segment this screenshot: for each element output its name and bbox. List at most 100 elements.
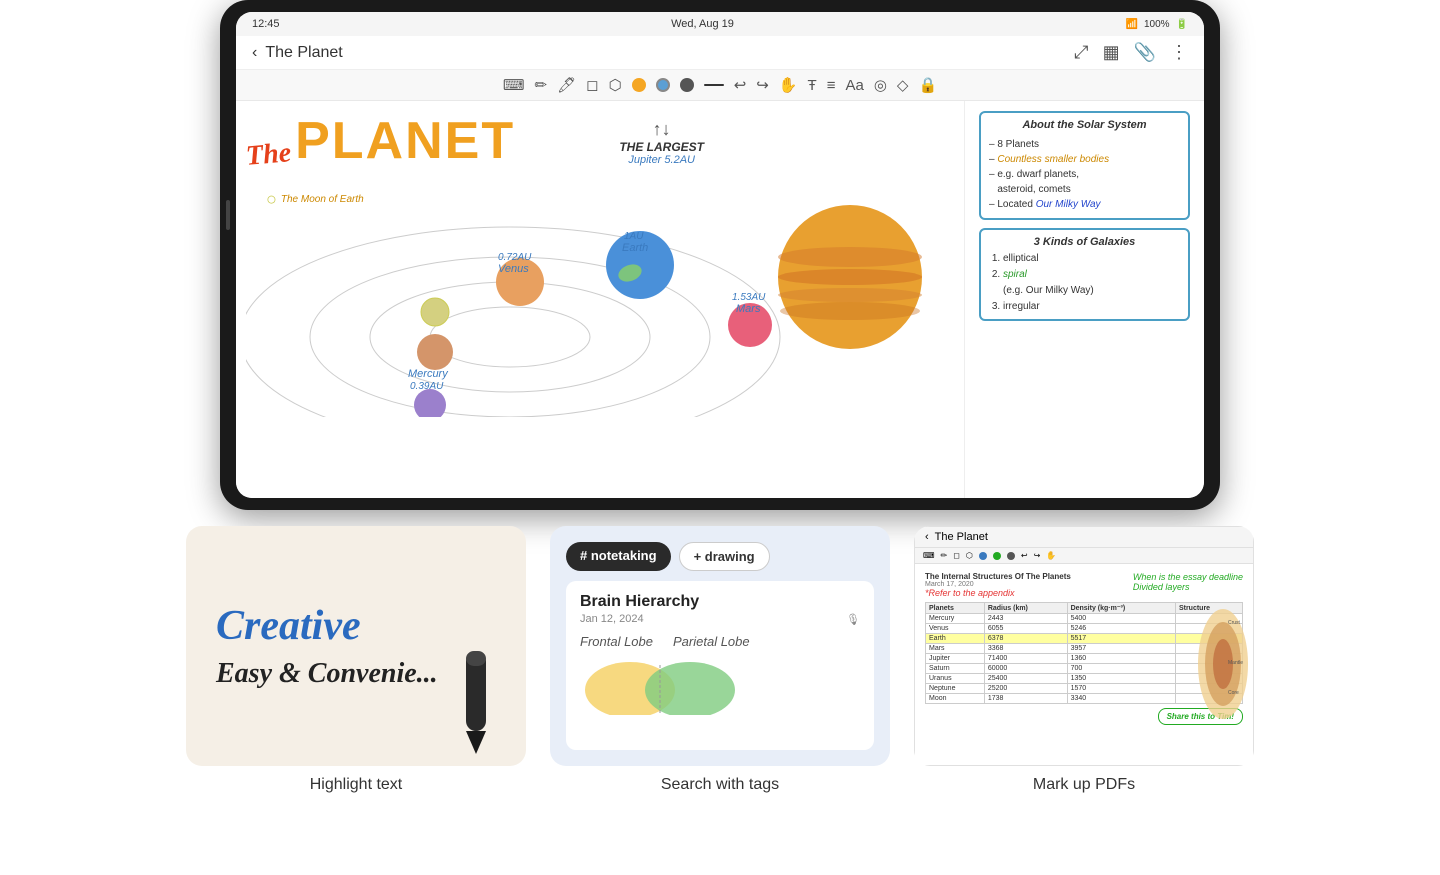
hand-icon[interactable]: ✋ bbox=[779, 76, 798, 94]
pdf-title: The Internal Structures Of The Planets bbox=[925, 572, 1071, 581]
tag-drawing[interactable]: + drawing bbox=[679, 542, 770, 571]
text-size-icon[interactable]: Aa bbox=[845, 77, 863, 94]
row-jupiter: Jupiter714001360 bbox=[926, 654, 1243, 664]
note-drawing: The PLANET ↑↓ THE LARGEST Jupiter 5.2AU … bbox=[236, 101, 964, 498]
tablet-screen: 12:45 Wed, Aug 19 📶 100% 🔋 ‹ The Planet … bbox=[236, 12, 1204, 498]
color-orange[interactable] bbox=[632, 78, 646, 92]
row-moon: Moon17383340 bbox=[926, 694, 1243, 704]
color-blue[interactable] bbox=[656, 78, 670, 92]
battery-text: 100% bbox=[1144, 19, 1170, 30]
row-venus: Venus60555246 bbox=[926, 624, 1243, 634]
planets-diagram: Mercury 0.39AU Venus 0.72AU Earth 1AU bbox=[246, 177, 954, 417]
side-button bbox=[226, 200, 230, 230]
search-bg: # notetaking + drawing Brain Hierarchy J… bbox=[550, 526, 890, 766]
title-the: The bbox=[245, 137, 293, 173]
nav-bar: ‹ The Planet ⤢ ▦ 📎 ⋮ bbox=[236, 36, 1204, 70]
markup-color-blue bbox=[979, 552, 987, 560]
easy-text: Easy & Convenie... bbox=[216, 658, 438, 690]
feature-search: # notetaking + drawing Brain Hierarchy J… bbox=[550, 526, 890, 794]
redo-icon[interactable]: ↪ bbox=[756, 76, 769, 94]
markup-tool-2: ✏ bbox=[941, 551, 948, 560]
row-mars: Mars33683957 bbox=[926, 644, 1243, 654]
battery-icon: 🔋 bbox=[1176, 19, 1188, 30]
nav-left[interactable]: ‹ The Planet bbox=[252, 44, 343, 62]
status-right: 📶 100% 🔋 bbox=[1126, 19, 1188, 30]
status-date: Wed, Aug 19 bbox=[671, 18, 734, 30]
frontal-lobe-label: Frontal Lobe bbox=[580, 634, 653, 649]
svg-text:Earth: Earth bbox=[622, 242, 648, 254]
largest-title: THE LARGEST bbox=[619, 140, 704, 154]
col-radius: Radius (km) bbox=[984, 603, 1067, 614]
markup-label: Mark up PDFs bbox=[1033, 776, 1135, 794]
markup-color-green bbox=[993, 552, 1001, 560]
about-title: About the Solar System bbox=[989, 117, 1180, 135]
essay-annotation: When is the essay deadline bbox=[1133, 572, 1243, 582]
undo-icon[interactable]: ↩ bbox=[734, 76, 747, 94]
nav-right: ⤢ ▦ 📎 ⋮ bbox=[1074, 42, 1188, 63]
markup-undo: ↩ bbox=[1021, 551, 1028, 560]
sticker-icon[interactable]: ◎ bbox=[874, 76, 887, 94]
markup-tool-1: ⌨ bbox=[923, 551, 935, 560]
svg-text:1AU: 1AU bbox=[624, 231, 644, 242]
galaxies-list: elliptical spiral(e.g. Our Milky Way) ir… bbox=[989, 251, 1180, 315]
about-item-3: e.g. dwarf planets, asteroid, comets bbox=[989, 167, 1180, 197]
markup-back-icon: ‹ bbox=[925, 531, 929, 543]
attach-icon[interactable]: 📎 bbox=[1134, 42, 1156, 63]
row-earth: Earth63785517 bbox=[926, 634, 1243, 644]
svg-text:0.72AU: 0.72AU bbox=[498, 252, 532, 263]
markup-color-dark bbox=[1007, 552, 1015, 560]
expand-icon[interactable]: ⤢ bbox=[1074, 42, 1088, 63]
note-card-content: Frontal Lobe Parietal Lobe bbox=[580, 634, 860, 649]
planet-structure-diagram: Crust Mantle Core bbox=[1196, 604, 1251, 724]
more-icon[interactable]: ⋮ bbox=[1170, 42, 1188, 63]
back-chevron[interactable]: ‹ bbox=[252, 44, 257, 62]
svg-text:Mars: Mars bbox=[736, 303, 761, 315]
tag-notetaking[interactable]: # notetaking bbox=[566, 542, 671, 571]
col-planet: Planets bbox=[926, 603, 985, 614]
solar-system-svg: Mercury 0.39AU Venus 0.72AU Earth 1AU bbox=[246, 177, 954, 417]
toolbar: ⌨ ✏ 🖊 ◻ ⬡ ↩ ↪ ✋ Ŧ ≡ Aa ◎ ◇ 🔒 bbox=[236, 70, 1204, 101]
pen-icon[interactable]: 🖊 bbox=[557, 76, 576, 94]
markup-tool-4: ⬡ bbox=[966, 551, 973, 560]
svg-text:1.53AU: 1.53AU bbox=[732, 292, 766, 303]
view-icon[interactable]: ▦ bbox=[1103, 42, 1120, 63]
about-item-1: 8 Planets bbox=[989, 137, 1180, 152]
feature-markup: ‹ The Planet ⌨ ✏ ◻ ⬡ ↩ ↪ ✋ bbox=[914, 526, 1254, 794]
layers-annotation: Divided layers bbox=[1133, 582, 1243, 592]
markup-redo: ↪ bbox=[1034, 551, 1041, 560]
tablet: 12:45 Wed, Aug 19 📶 100% 🔋 ‹ The Planet … bbox=[220, 0, 1220, 510]
markup-hand: ✋ bbox=[1046, 551, 1056, 560]
note-card: Brain Hierarchy Jan 12, 2024 🎙 Frontal L… bbox=[566, 581, 874, 750]
search-label: Search with tags bbox=[661, 776, 779, 794]
indent-icon[interactable]: ≡ bbox=[827, 77, 836, 94]
note-card-title: Brain Hierarchy bbox=[580, 593, 860, 611]
pdf-date: March 17, 2020 bbox=[925, 581, 1071, 588]
lock-icon[interactable]: 🔒 bbox=[918, 76, 937, 94]
eraser-icon[interactable]: ◻ bbox=[586, 76, 598, 94]
arrows-icon: ↑↓ bbox=[619, 119, 704, 140]
notes-right: About the Solar System 8 Planets Countle… bbox=[964, 101, 1204, 498]
parietal-lobe-label: Parietal Lobe bbox=[673, 634, 750, 649]
text-format-icon[interactable]: Ŧ bbox=[808, 77, 817, 94]
largest-sub: Jupiter 5.2AU bbox=[619, 154, 704, 166]
search-thumbnail: # notetaking + drawing Brain Hierarchy J… bbox=[550, 526, 890, 766]
pencil-icon[interactable]: ✏ bbox=[535, 76, 548, 94]
shape-icon[interactable]: ◇ bbox=[897, 76, 909, 94]
status-bar: 12:45 Wed, Aug 19 📶 100% 🔋 bbox=[236, 12, 1204, 36]
note-area: The PLANET ↑↓ THE LARGEST Jupiter 5.2AU … bbox=[236, 101, 1204, 498]
galaxy-3: irregular bbox=[1003, 299, 1180, 315]
svg-text:Mercury: Mercury bbox=[408, 368, 449, 380]
feature-highlight: Creative Easy & Convenie... Highlight te… bbox=[186, 526, 526, 794]
svg-text:Mantle: Mantle bbox=[1228, 660, 1243, 666]
lasso-icon[interactable]: ⬡ bbox=[609, 76, 622, 94]
markup-tool-3: ◻ bbox=[953, 551, 960, 560]
row-mercury: Mercury24435400 bbox=[926, 614, 1243, 624]
stylus-icon bbox=[436, 646, 516, 756]
svg-text:Crust: Crust bbox=[1228, 620, 1241, 626]
markup-thumbnail: ‹ The Planet ⌨ ✏ ◻ ⬡ ↩ ↪ ✋ bbox=[914, 526, 1254, 766]
color-dark[interactable] bbox=[680, 78, 694, 92]
about-item-2: Countless smaller bodies bbox=[989, 152, 1180, 167]
svg-text:Venus: Venus bbox=[498, 263, 529, 275]
keyboard-icon[interactable]: ⌨ bbox=[503, 76, 525, 94]
line-tool[interactable] bbox=[704, 84, 724, 86]
